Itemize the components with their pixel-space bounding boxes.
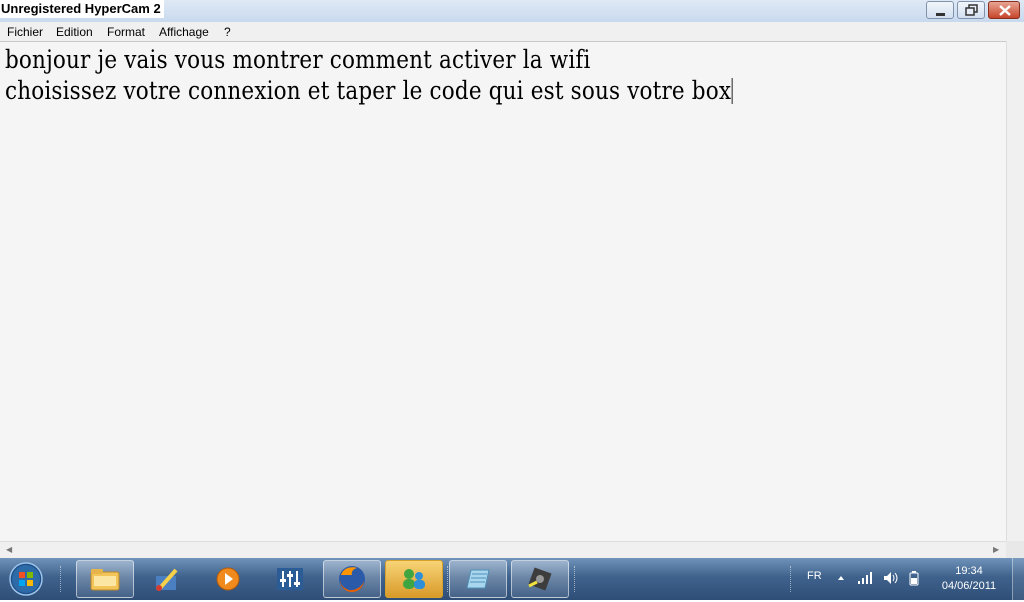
text-line-1: bonjour je vais vous montrer comment act…	[5, 45, 591, 74]
clock[interactable]: 19:34 04/06/2011	[932, 564, 1006, 594]
taskbar-paint[interactable]	[138, 560, 196, 598]
clock-date: 04/06/2011	[941, 580, 997, 592]
close-button[interactable]	[988, 1, 1020, 19]
watermark-text: Unregistered HyperCam 2	[0, 0, 164, 18]
battery-icon[interactable]	[908, 570, 920, 586]
menu-fichier[interactable]: Fichier	[7, 24, 43, 40]
text-editor-area[interactable]: bonjour je vais vous montrer comment act…	[0, 41, 1006, 542]
maximize-button[interactable]	[957, 1, 985, 19]
hypercam-icon	[528, 567, 552, 591]
network-icon[interactable]	[857, 570, 875, 586]
mixer-icon	[277, 568, 303, 590]
clock-time: 19:34	[955, 565, 983, 577]
taskbar-hypercam[interactable]	[511, 560, 569, 598]
minimize-icon	[936, 13, 945, 16]
start-button[interactable]	[6, 561, 46, 597]
menu-affichage[interactable]: Affichage	[159, 24, 209, 40]
title-bar: Unregistered HyperCam 2	[0, 0, 1024, 22]
explorer-icon	[90, 569, 120, 591]
scroll-left-arrow-icon[interactable]: ◀	[6, 545, 12, 554]
volume-icon[interactable]	[882, 570, 900, 586]
text-line-2: choisissez votre connexion et taper le c…	[5, 76, 733, 105]
taskbar-notepad[interactable]	[449, 560, 507, 598]
notepad-icon	[466, 569, 490, 589]
show-desktop-button[interactable]	[1012, 558, 1024, 600]
horizontal-scrollbar[interactable]: ◀ ▶	[0, 541, 1006, 558]
windows-orb-icon	[9, 562, 43, 596]
firefox-icon	[339, 566, 365, 593]
text-line-2-content: choisissez votre connexion et taper le c…	[5, 76, 732, 105]
taskbar-grip-end	[574, 566, 578, 592]
menu-format[interactable]: Format	[107, 24, 145, 40]
tray-grip	[790, 566, 794, 592]
taskbar-mixer[interactable]	[261, 560, 319, 598]
scrollbar-corner	[1006, 541, 1024, 558]
menu-help[interactable]: ?	[224, 24, 231, 40]
messenger-icon	[403, 569, 425, 589]
media-player-icon	[216, 567, 240, 591]
show-hidden-icons-icon[interactable]	[836, 570, 846, 584]
taskbar-grip	[60, 566, 64, 592]
close-icon	[999, 5, 1011, 16]
language-indicator[interactable]: FR	[807, 570, 822, 582]
taskbar-messenger[interactable]	[385, 560, 443, 598]
taskbar: FR 19:34 04/06/2011	[0, 558, 1024, 600]
text-caret	[732, 78, 733, 104]
taskbar-media-player[interactable]	[199, 560, 257, 598]
taskbar-explorer[interactable]	[76, 560, 134, 598]
minimize-button[interactable]	[926, 1, 954, 19]
paint-icon	[156, 568, 178, 591]
restore-icon	[965, 4, 978, 16]
taskbar-firefox[interactable]	[323, 560, 381, 598]
scroll-right-arrow-icon[interactable]: ▶	[993, 545, 999, 554]
menu-edition[interactable]: Edition	[56, 24, 93, 40]
vertical-scrollbar[interactable]	[1006, 41, 1024, 541]
menu-bar: Fichier Edition Format Affichage ?	[0, 22, 1024, 41]
